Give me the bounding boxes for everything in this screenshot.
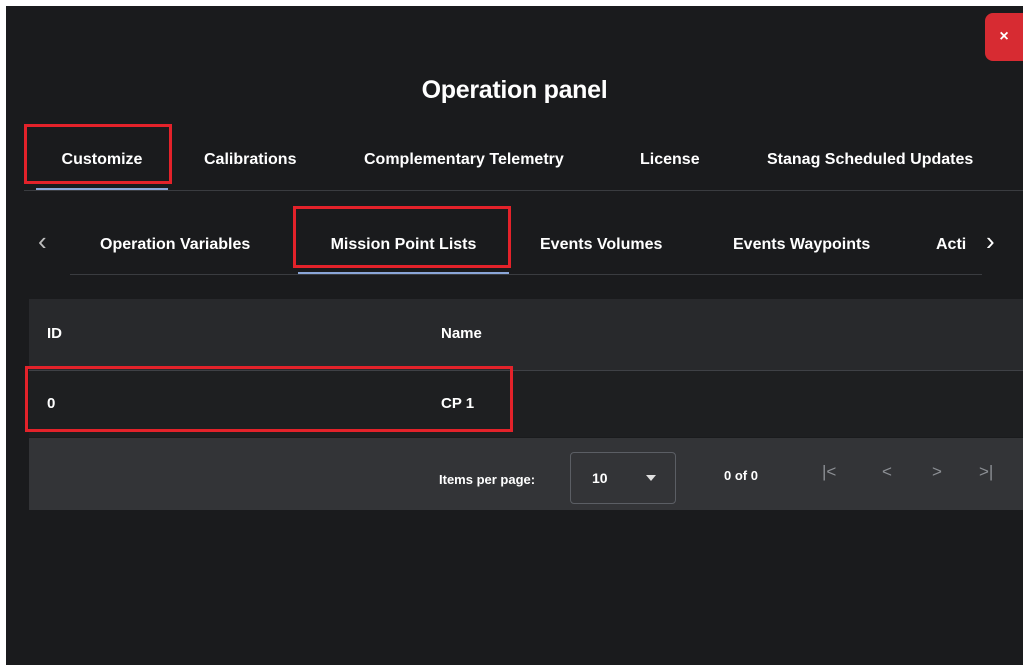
items-per-page-value: 10 [592, 470, 608, 486]
tab-stanag-scheduled-updates[interactable]: Stanag Scheduled Updates [767, 136, 973, 190]
panel-title: Operation panel [421, 76, 608, 104]
sub-tab-bar: Operation Variables Mission Point Lists … [70, 216, 982, 275]
tab-operation-variables[interactable]: Operation Variables [100, 216, 250, 274]
table-header: ID Name [29, 299, 1023, 371]
close-button[interactable]: × [985, 13, 1023, 61]
previous-page-icon[interactable]: < [882, 462, 892, 482]
tab-customize[interactable]: Customize [36, 136, 168, 190]
operation-panel: Operation panel Customize Calibrations C… [6, 6, 1023, 665]
tab-license[interactable]: License [640, 136, 700, 190]
sub-tabs-next-icon[interactable]: › [986, 228, 995, 254]
last-page-icon[interactable]: >| [979, 462, 993, 482]
cell-id: 0 [47, 395, 56, 412]
items-per-page-label: Items per page: [439, 472, 536, 487]
tab-actions-truncated[interactable]: Acti [936, 216, 966, 274]
column-header-id[interactable]: ID [47, 325, 62, 342]
cell-name: CP 1 [441, 395, 475, 412]
tab-complementary-telemetry[interactable]: Complementary Telemetry [364, 136, 564, 190]
next-page-icon[interactable]: > [932, 462, 942, 482]
main-tab-bar: Customize Calibrations Complementary Tel… [24, 136, 1023, 191]
column-header-name[interactable]: Name [441, 325, 482, 342]
tab-mission-point-lists[interactable]: Mission Point Lists [298, 216, 509, 274]
tab-events-waypoints[interactable]: Events Waypoints [733, 216, 870, 274]
table-row[interactable]: 0 CP 1 [29, 371, 1023, 437]
paginator: Items per page: 10 0 of 0 |< < > >| [29, 438, 1023, 510]
items-per-page-select[interactable]: 10 [570, 452, 676, 504]
tab-events-volumes[interactable]: Events Volumes [540, 216, 662, 274]
paginator-range-label: 0 of 0 [724, 468, 758, 483]
first-page-icon[interactable]: |< [822, 462, 836, 482]
tab-calibrations[interactable]: Calibrations [204, 136, 296, 190]
sub-tabs-prev-icon[interactable]: ‹ [38, 228, 47, 254]
dropdown-arrow-icon [646, 475, 656, 481]
